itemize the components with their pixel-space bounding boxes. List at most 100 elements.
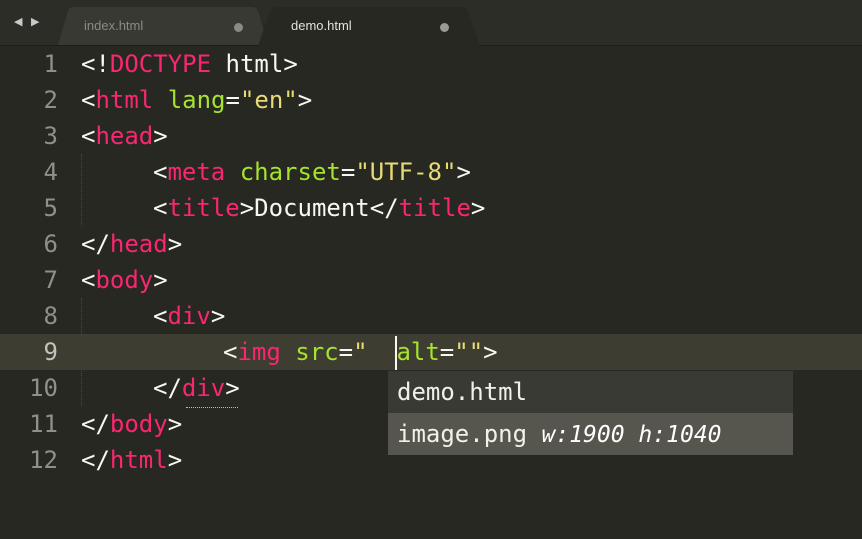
code-line-active[interactable]: 9 <img src="" alt=""> xyxy=(0,334,862,370)
punctuation: > xyxy=(483,338,498,366)
line-number: 6 xyxy=(43,230,58,258)
line-number: 1 xyxy=(43,50,58,78)
line-text: </div> xyxy=(153,370,240,406)
tag-name: div xyxy=(167,302,211,330)
punctuation: < xyxy=(81,266,96,294)
autocomplete-item-annotation: w:1900 h:1040 xyxy=(541,422,722,448)
punctuation: </ xyxy=(81,410,110,438)
scroll-right-icon[interactable]: ▶ xyxy=(31,14,39,30)
tab-label: index.html xyxy=(84,18,144,33)
code-line[interactable]: 6 </head> xyxy=(0,226,862,262)
punctuation: > xyxy=(167,230,183,258)
text-cursor xyxy=(395,336,397,370)
line-number: 9 xyxy=(43,338,58,366)
tag-name: head xyxy=(109,230,168,258)
punctuation: > xyxy=(456,158,471,186)
line-text: </html> xyxy=(81,442,182,478)
autocomplete-item-label: demo.html xyxy=(397,378,528,406)
code-line[interactable]: 4 <meta charset="UTF-8"> xyxy=(0,154,862,190)
attribute-value: "en" xyxy=(239,86,298,114)
tab-demo-html[interactable]: demo.html xyxy=(258,7,480,46)
punctuation: > xyxy=(297,86,313,114)
line-number: 2 xyxy=(43,86,58,114)
tag-name: html xyxy=(109,446,168,474)
punctuation: > xyxy=(470,194,486,222)
tag-name: body xyxy=(95,266,154,294)
text-content: Document xyxy=(254,194,370,222)
code-line[interactable]: 5 <title>Document</title> xyxy=(0,190,862,226)
line-text: </head> xyxy=(81,226,182,262)
punctuation: < xyxy=(81,122,96,150)
scroll-left-icon[interactable]: ◀ xyxy=(14,14,22,30)
punctuation: > xyxy=(153,122,168,150)
punctuation: > xyxy=(210,302,226,330)
tab-navigation: ◀ ▶ xyxy=(14,14,48,30)
tag-name: title xyxy=(398,194,471,222)
line-text: <body> xyxy=(81,262,168,298)
punctuation: < xyxy=(153,158,168,186)
line-text: <html lang="en"> xyxy=(81,82,312,118)
punctuation: </ xyxy=(369,194,399,222)
autocomplete-item-label: image.png xyxy=(397,420,528,448)
attribute-value: "UTF-8" xyxy=(355,158,457,186)
autocomplete-item-selected[interactable]: image.png w:1900 h:1040 xyxy=(388,413,793,455)
tag-name: meta xyxy=(167,158,226,186)
punctuation: = xyxy=(340,158,356,186)
tag-name: html xyxy=(95,86,154,114)
line-number: 3 xyxy=(43,122,58,150)
code-line[interactable]: 8 <div> xyxy=(0,298,862,334)
punctuation: > xyxy=(283,50,298,78)
tag-name: img xyxy=(237,338,281,366)
tag-name: title xyxy=(167,194,240,222)
line-number: 11 xyxy=(29,410,58,438)
punctuation: = xyxy=(439,338,455,366)
attribute-value: "" xyxy=(454,338,484,366)
tab-bar: ◀ ▶ index.html demo.html xyxy=(0,0,862,46)
unsaved-dot-icon[interactable] xyxy=(440,23,449,32)
line-number: 8 xyxy=(43,302,58,330)
line-text: <!DOCTYPE html> xyxy=(81,46,298,82)
tag-name: div xyxy=(181,374,226,402)
punctuation: </ xyxy=(81,446,110,474)
punctuation: <! xyxy=(81,50,110,78)
punctuation: < xyxy=(223,338,238,366)
line-text: <img src="" alt=""> xyxy=(223,334,498,370)
attribute-value: " xyxy=(353,338,368,366)
punctuation: < xyxy=(153,194,168,222)
autocomplete-popup: demo.html image.png w:1900 h:1040 xyxy=(388,371,793,455)
line-text: <div> xyxy=(153,298,225,334)
punctuation: > xyxy=(167,410,183,438)
punctuation: = xyxy=(225,86,240,114)
attribute-name: charset xyxy=(239,158,341,186)
unsaved-dot-icon[interactable] xyxy=(234,23,243,32)
punctuation: < xyxy=(81,86,96,114)
code-line[interactable]: 7 <body> xyxy=(0,262,862,298)
punctuation: = xyxy=(338,338,354,366)
code-line[interactable]: 2 <html lang="en"> xyxy=(0,82,862,118)
attribute-name: src xyxy=(295,338,339,366)
line-text: <meta charset="UTF-8"> xyxy=(153,154,471,190)
line-number: 4 xyxy=(43,158,58,186)
punctuation: > xyxy=(153,266,168,294)
punctuation: > xyxy=(225,374,240,402)
tab-index-html[interactable]: index.html xyxy=(58,7,268,45)
autocomplete-item[interactable]: demo.html xyxy=(388,371,793,413)
line-number: 5 xyxy=(43,194,58,222)
line-text: <title>Document</title> xyxy=(153,190,485,226)
line-number: 10 xyxy=(29,374,58,402)
line-text: <head> xyxy=(81,118,168,154)
punctuation: </ xyxy=(81,230,110,258)
attribute-name: lang xyxy=(167,86,226,114)
punctuation: < xyxy=(153,302,168,330)
doctype-keyword: DOCTYPE xyxy=(109,50,212,78)
line-text: </body> xyxy=(81,406,182,442)
code-line[interactable]: 1 <!DOCTYPE html> xyxy=(0,46,862,82)
punctuation: </ xyxy=(153,374,182,402)
code-line[interactable]: 3 <head> xyxy=(0,118,862,154)
tab-label: demo.html xyxy=(291,18,352,33)
doctype-value: html xyxy=(211,50,284,78)
tag-name: body xyxy=(109,410,168,438)
